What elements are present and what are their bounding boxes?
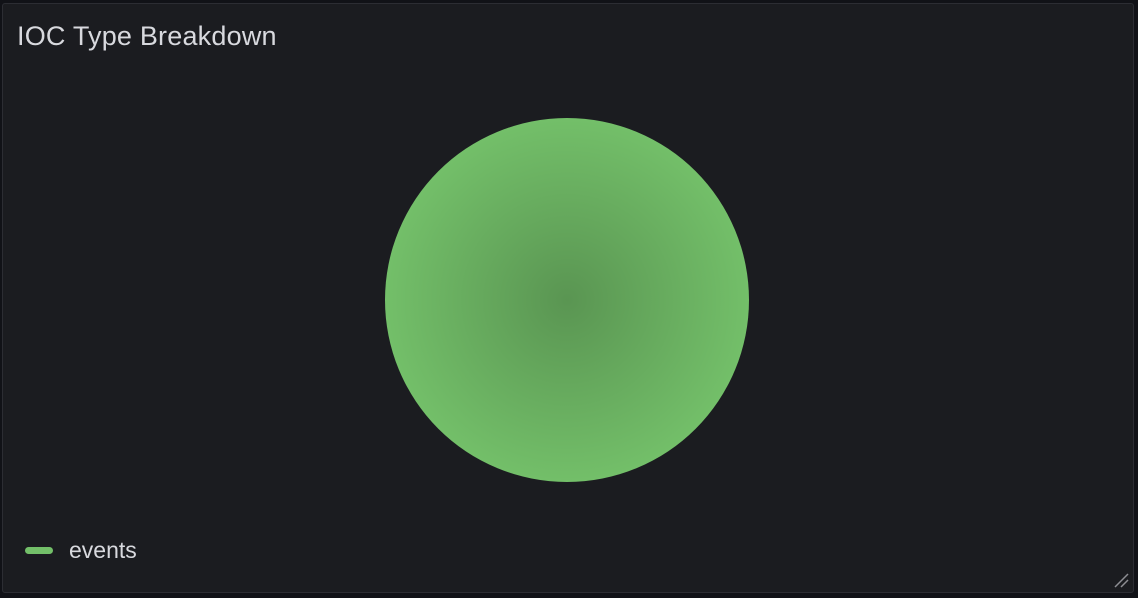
legend-swatch-events (25, 547, 53, 554)
legend-label-events: events (69, 537, 137, 563)
pie-slice-events[interactable] (385, 118, 749, 482)
pie-slices (385, 118, 749, 482)
legend[interactable]: events (25, 537, 137, 564)
chart-panel: IOC Type Breakdown events (2, 3, 1134, 593)
pie-chart (385, 118, 749, 482)
resize-handle-icon[interactable] (1111, 570, 1129, 588)
